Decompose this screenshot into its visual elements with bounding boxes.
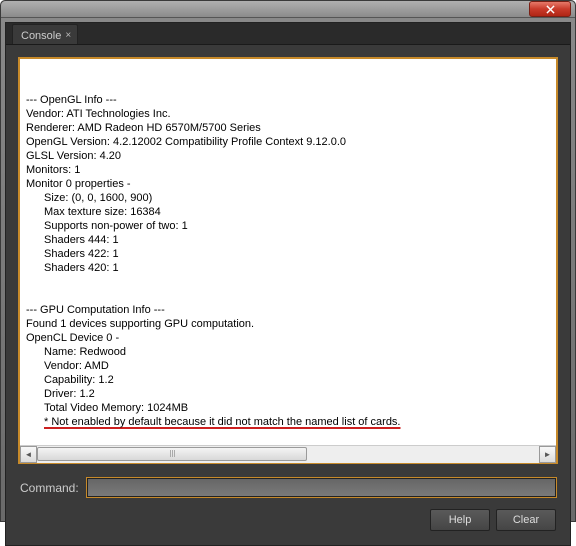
scroll-right-button[interactable]: ► xyxy=(539,446,556,463)
console-window: Console × --- OpenGL Info --- Vendor: AT… xyxy=(0,0,576,522)
output-warning: * Not enabled by default because it did … xyxy=(26,415,550,429)
output-line: Renderer: AMD Radeon HD 6570M/5700 Serie… xyxy=(26,122,261,134)
opengl-header: --- OpenGL Info --- xyxy=(26,94,117,106)
output-container: --- OpenGL Info --- Vendor: ATI Technolo… xyxy=(18,57,558,464)
close-icon xyxy=(546,5,555,14)
scroll-thumb[interactable] xyxy=(37,447,307,461)
output-line: Shaders 444: 1 xyxy=(26,233,550,247)
command-input[interactable] xyxy=(87,478,556,497)
window-titlebar xyxy=(1,1,575,18)
output-line: Size: (0, 0, 1600, 900) xyxy=(26,191,550,205)
output-line: Name: Redwood xyxy=(26,345,550,359)
console-panel: Console × --- OpenGL Info --- Vendor: AT… xyxy=(5,22,571,546)
clear-button[interactable]: Clear xyxy=(496,509,556,531)
output-line: Driver: 1.2 xyxy=(26,387,550,401)
tab-label: Console xyxy=(21,30,61,42)
output-line: Vendor: ATI Technologies Inc. xyxy=(26,108,171,120)
output-line: Monitor 0 properties - xyxy=(26,178,131,190)
output-line: OpenCL Device 0 - xyxy=(26,332,119,344)
output-line: Found 1 devices supporting GPU computati… xyxy=(26,318,254,330)
button-row: Help Clear xyxy=(18,503,558,533)
command-label: Command: xyxy=(20,481,79,495)
gpu-header: --- GPU Computation Info --- xyxy=(26,304,165,316)
tabstrip: Console × xyxy=(6,23,570,45)
output-line: Monitors: 1 xyxy=(26,164,80,176)
horizontal-scrollbar[interactable]: ◄ ► xyxy=(20,445,556,462)
tab-console[interactable]: Console × xyxy=(12,24,78,44)
console-body: --- OpenGL Info --- Vendor: ATI Technolo… xyxy=(6,45,570,545)
output-line: Supports non-power of two: 1 xyxy=(26,219,550,233)
scroll-track[interactable] xyxy=(37,446,539,463)
window-close-button[interactable] xyxy=(529,1,571,17)
console-output: --- OpenGL Info --- Vendor: ATI Technolo… xyxy=(20,59,556,445)
output-line: Max texture size: 16384 xyxy=(26,205,550,219)
command-row: Command: xyxy=(18,464,558,503)
scroll-left-button[interactable]: ◄ xyxy=(20,446,37,463)
help-button[interactable]: Help xyxy=(430,509,490,531)
output-line: GLSL Version: 4.20 xyxy=(26,150,121,162)
output-line: Shaders 420: 1 xyxy=(26,261,550,275)
output-line: Shaders 422: 1 xyxy=(26,247,550,261)
output-line: Total Video Memory: 1024MB xyxy=(26,401,550,415)
tab-close-icon[interactable]: × xyxy=(65,30,71,41)
output-line: OpenGL Version: 4.2.12002 Compatibility … xyxy=(26,136,346,148)
output-line: Capability: 1.2 xyxy=(26,373,550,387)
output-line: Vendor: AMD xyxy=(26,359,550,373)
